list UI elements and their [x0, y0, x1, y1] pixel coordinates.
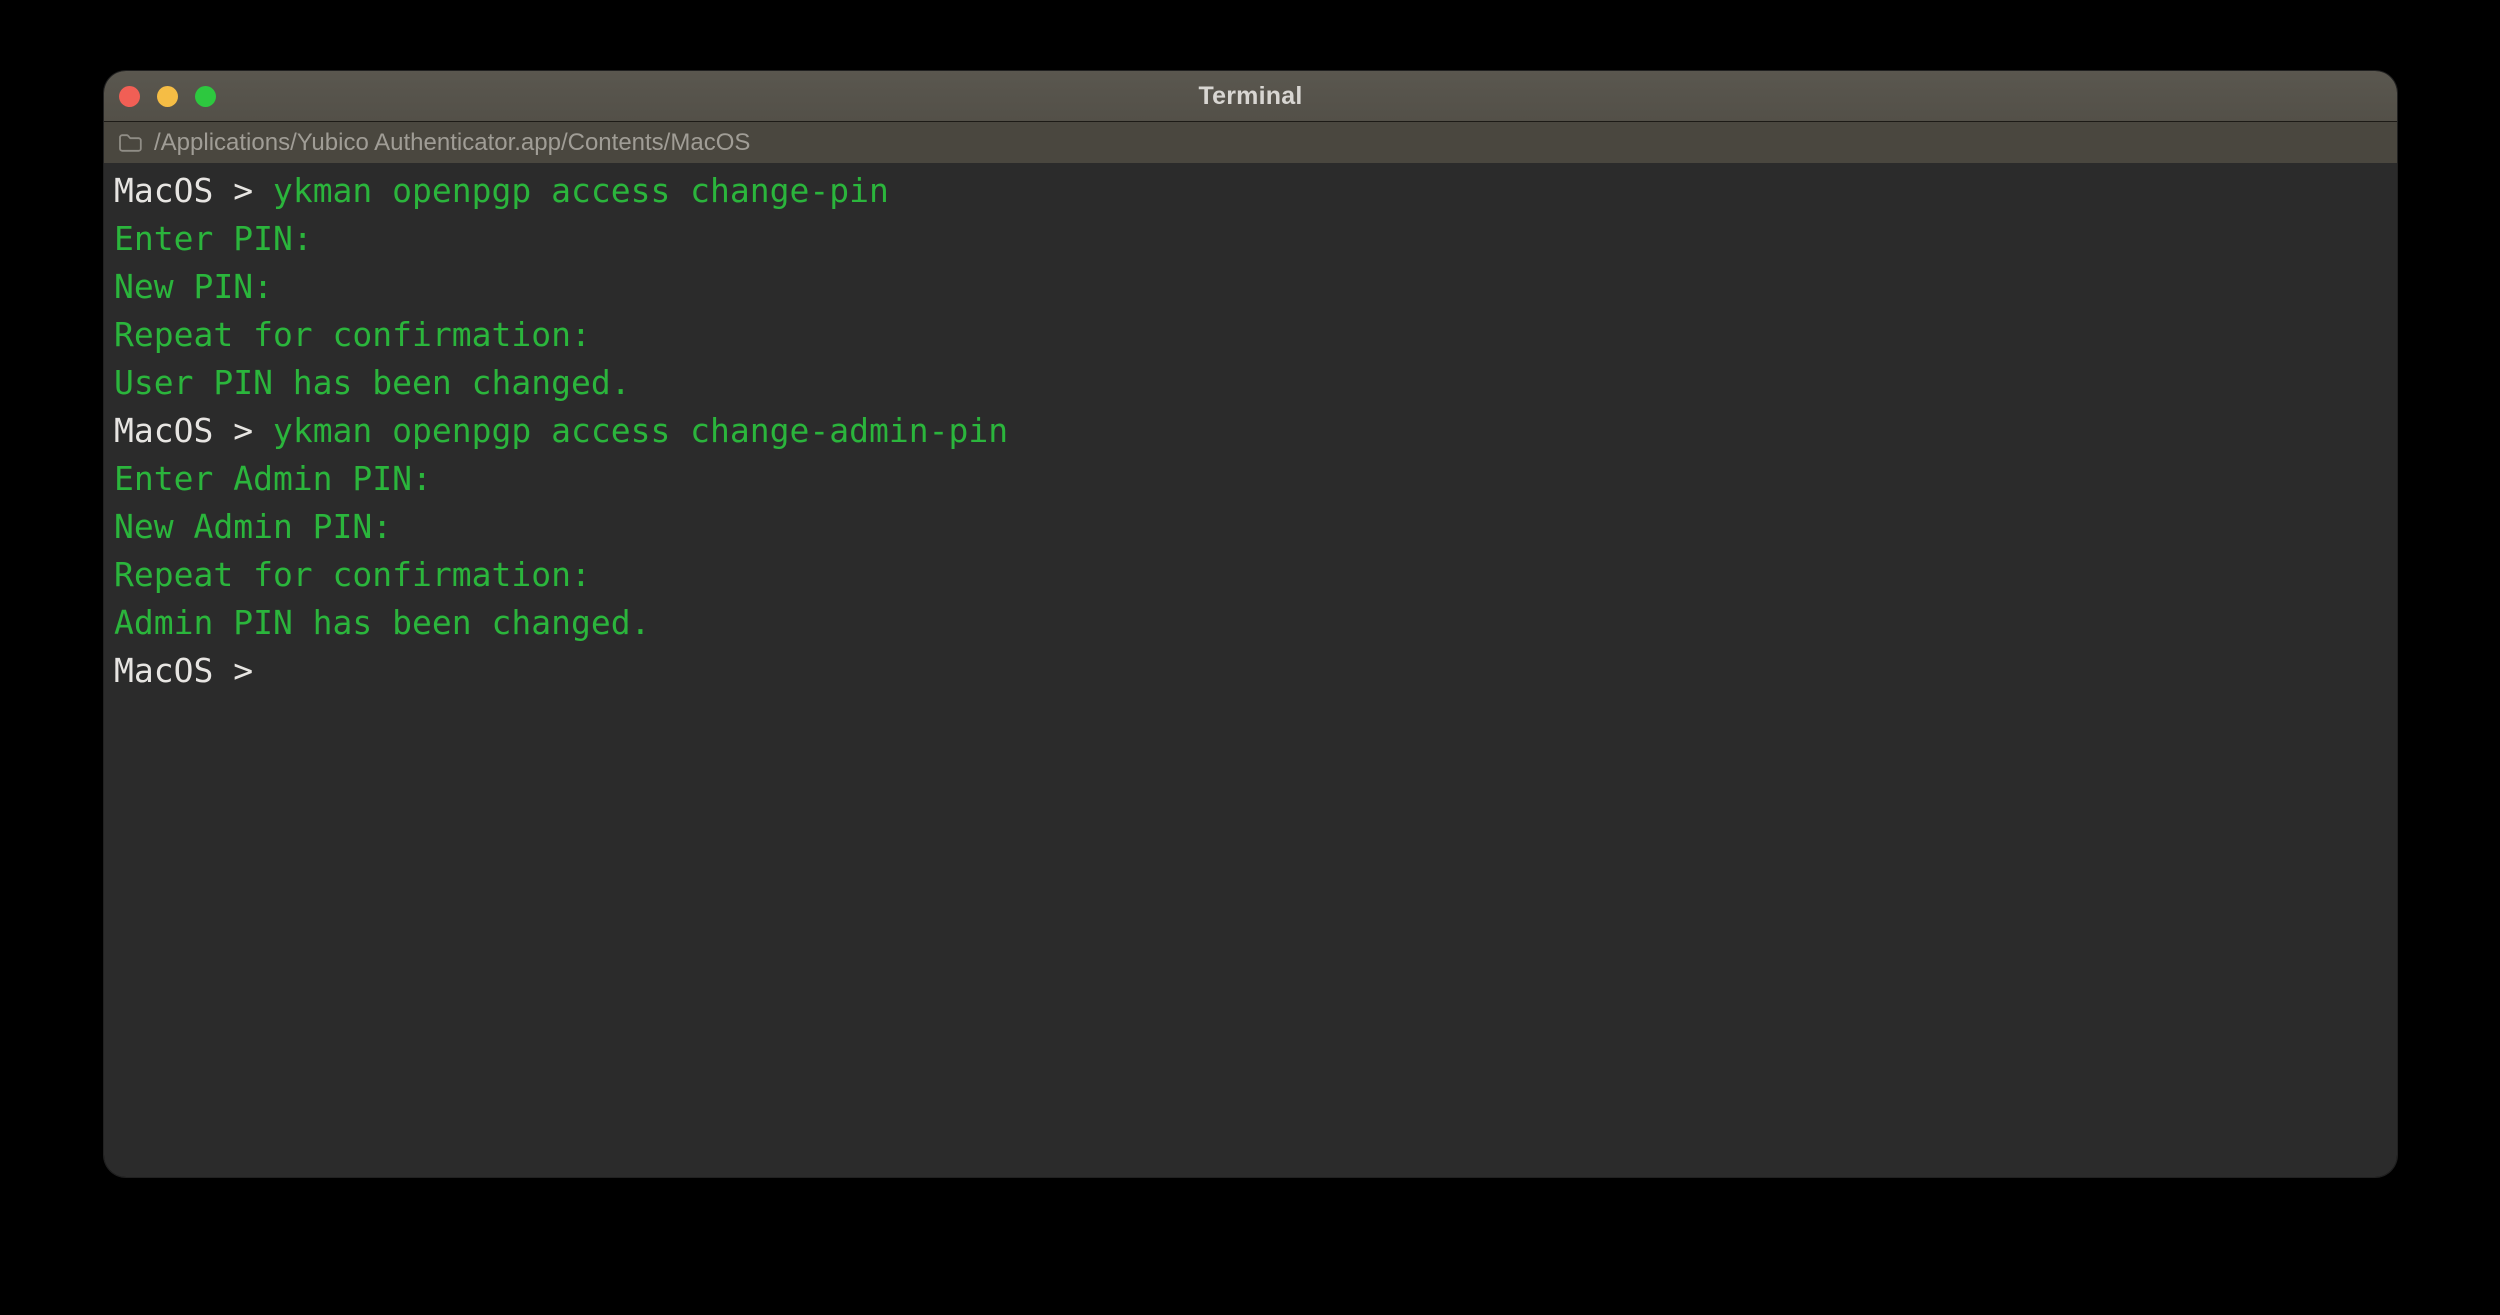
terminal-line: Repeat for confirmation:: [114, 311, 2385, 359]
tab-path-bar[interactable]: /Applications/Yubico Authenticator.app/C…: [104, 122, 2397, 163]
window-title: Terminal: [1198, 81, 1303, 110]
prompt-text: MacOS >: [114, 171, 273, 210]
prompt-text: MacOS >: [114, 411, 273, 450]
minimize-button[interactable]: [157, 85, 178, 107]
terminal-line: New Admin PIN:: [114, 503, 2385, 551]
traffic-lights: [119, 71, 216, 121]
terminal-content[interactable]: MacOS > ykman openpgp access change-pin …: [104, 163, 2397, 1177]
terminal-line: MacOS >: [114, 647, 2385, 695]
terminal-line: Admin PIN has been changed.: [114, 599, 2385, 647]
output-text: New Admin PIN:: [114, 507, 393, 546]
command-text: ykman openpgp access change-admin-pin: [272, 411, 1009, 450]
folder-icon: [118, 133, 143, 153]
terminal-line: MacOS > ykman openpgp access change-admi…: [114, 407, 2385, 455]
command-text: ykman openpgp access change-pin: [272, 171, 889, 210]
desktop-background: Terminal /Applications/Yubico Authentica…: [0, 0, 2500, 1315]
output-text: New PIN:: [114, 267, 273, 306]
titlebar[interactable]: Terminal: [104, 71, 2397, 122]
output-text: Enter PIN:: [114, 219, 313, 258]
output-text: Repeat for confirmation:: [114, 555, 591, 594]
close-button[interactable]: [119, 85, 140, 107]
terminal-line: Repeat for confirmation:: [114, 551, 2385, 599]
terminal-line: New PIN:: [114, 263, 2385, 311]
terminal-window: Terminal /Applications/Yubico Authentica…: [104, 71, 2397, 1177]
output-text: Enter Admin PIN:: [114, 459, 432, 498]
output-text: User PIN has been changed.: [114, 363, 631, 402]
terminal-line: Enter PIN:: [114, 215, 2385, 263]
output-text: Admin PIN has been changed.: [114, 603, 651, 642]
prompt-text: MacOS >: [114, 651, 254, 690]
output-text: Repeat for confirmation:: [114, 315, 591, 354]
terminal-line: MacOS > ykman openpgp access change-pin: [114, 167, 2385, 215]
working-directory-path: /Applications/Yubico Authenticator.app/C…: [154, 128, 751, 156]
zoom-button[interactable]: [195, 85, 216, 107]
terminal-line: Enter Admin PIN:: [114, 455, 2385, 503]
terminal-line: User PIN has been changed.: [114, 359, 2385, 407]
